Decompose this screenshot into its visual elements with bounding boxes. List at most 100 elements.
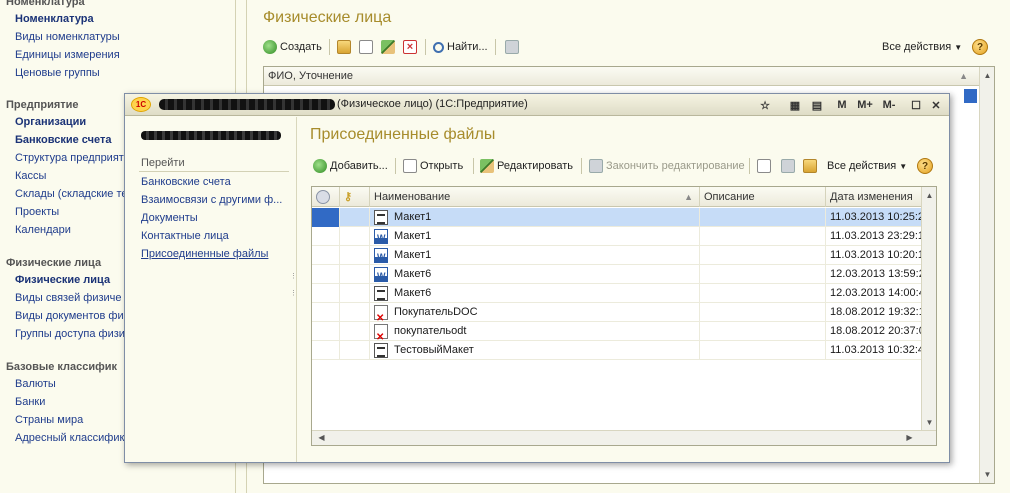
row-marker-cell[interactable] bbox=[312, 303, 340, 322]
column-header-date[interactable]: Дата изменения bbox=[826, 187, 922, 207]
nav-item[interactable]: Банковские счета bbox=[15, 134, 112, 146]
date-cell: 18.08.2012 20:37:0 bbox=[830, 325, 922, 337]
nav-item[interactable]: Кассы bbox=[15, 170, 46, 182]
nav-item[interactable]: Ценовые группы bbox=[15, 67, 100, 79]
table-row[interactable]: Макет1 11.03.2013 23:29:1 bbox=[312, 227, 922, 246]
nav-item[interactable]: Календари bbox=[15, 224, 71, 236]
selected-row[interactable] bbox=[964, 89, 977, 103]
scroll-left-icon[interactable]: ◀ bbox=[314, 433, 329, 442]
row-marker-cell[interactable] bbox=[312, 208, 340, 227]
help-icon: ? bbox=[917, 158, 933, 174]
table-header: ФИО, Уточнение ▲ bbox=[264, 67, 994, 86]
goto-link[interactable]: Банковские счета bbox=[141, 176, 231, 188]
goto-link[interactable]: Контактные лица bbox=[141, 230, 229, 242]
maximize-icon[interactable]: ☐ bbox=[909, 97, 923, 113]
finish-editing-label: Закончить редактирование bbox=[606, 160, 745, 172]
all-actions-menu[interactable]: Все действия ▼ bbox=[882, 37, 962, 57]
nav-item[interactable]: Единицы измерения bbox=[15, 49, 120, 61]
column-header-lock[interactable]: ⚷ bbox=[340, 187, 370, 207]
nav-item[interactable]: Страны мира bbox=[15, 414, 83, 426]
nav-item[interactable]: Виды документов физ bbox=[15, 310, 129, 322]
table-row[interactable]: Макет1 11.03.2013 10:20:1 bbox=[312, 246, 922, 265]
goto-link[interactable]: Взаимосвязи с другими ф... bbox=[141, 194, 282, 206]
memory-button[interactable]: M bbox=[835, 97, 849, 113]
sort-icon[interactable]: ▲ bbox=[959, 67, 968, 86]
nav-item[interactable]: Валюты bbox=[15, 378, 56, 390]
scroll-down-icon[interactable]: ▼ bbox=[922, 418, 936, 427]
nav-item[interactable]: Виды связей физиче bbox=[15, 292, 122, 304]
open-file-label: Открыть bbox=[420, 160, 464, 172]
goto-section-title: Перейти bbox=[141, 157, 185, 169]
row-marker-cell[interactable] bbox=[312, 341, 340, 360]
edit-document-icon bbox=[480, 159, 494, 173]
nav-item[interactable]: Проекты bbox=[15, 206, 59, 218]
save-file-button[interactable] bbox=[781, 156, 798, 176]
nav-item[interactable]: Склады (складские те bbox=[15, 188, 128, 200]
horizontal-scrollbar[interactable]: ◀ ▶ bbox=[312, 430, 936, 445]
help-button[interactable]: ? bbox=[972, 37, 988, 57]
splitter-handle[interactable]: ⋮ bbox=[290, 289, 297, 297]
lock-cell bbox=[340, 227, 370, 246]
add-from-scanner-button[interactable] bbox=[757, 156, 774, 176]
row-marker-cell[interactable] bbox=[312, 246, 340, 265]
table-row[interactable]: ПокупательDOC 18.08.2012 19:32:1 bbox=[312, 303, 922, 322]
window-titlebar[interactable]: 1С (Физическое лицо) (1С:Предприятие) ☆ … bbox=[125, 94, 949, 116]
all-actions-menu[interactable]: Все действия ▼ bbox=[827, 156, 907, 176]
scroll-right-icon[interactable]: ▶ bbox=[902, 433, 917, 442]
row-marker-cell[interactable] bbox=[312, 227, 340, 246]
delete-button[interactable]: × bbox=[403, 37, 420, 57]
row-marker-cell[interactable] bbox=[312, 322, 340, 341]
open-file-button[interactable]: Открыть bbox=[403, 156, 463, 176]
date-cell: 12.03.2013 14:00:4 bbox=[830, 287, 922, 299]
table-row[interactable]: покупательodt 18.08.2012 20:37:0 bbox=[312, 322, 922, 341]
nav-item[interactable]: Виды номенклатуры bbox=[15, 31, 120, 43]
table-row[interactable]: Макет1 11.03.2013 10:25:2 bbox=[312, 208, 922, 227]
create-button[interactable]: Создать bbox=[263, 37, 322, 57]
send-file-button[interactable] bbox=[803, 156, 820, 176]
vertical-scrollbar[interactable]: ▲ ▼ bbox=[979, 67, 994, 483]
close-icon[interactable]: ✕ bbox=[929, 97, 943, 113]
nav-item[interactable]: Номенклатура bbox=[15, 13, 94, 25]
goto-link[interactable]: Присоединенные файлы bbox=[141, 248, 268, 260]
column-header-status[interactable] bbox=[312, 187, 340, 207]
nav-item[interactable]: Банки bbox=[15, 396, 45, 408]
nav-item[interactable]: Группы доступа физи bbox=[15, 328, 125, 340]
table-row[interactable]: Макет6 12.03.2013 13:59:2 bbox=[312, 265, 922, 284]
row-marker-cell[interactable] bbox=[312, 284, 340, 303]
attached-files-table[interactable]: ⚷ Наименование ▲ Описание Дата изменения… bbox=[311, 186, 937, 446]
name-cell: Макет1 bbox=[370, 208, 700, 227]
add-file-button[interactable]: Добавить... bbox=[313, 156, 388, 176]
nav-item[interactable]: Организации bbox=[15, 116, 86, 128]
calendar-icon[interactable]: ▤ bbox=[809, 97, 825, 113]
nav-item[interactable]: Структура предприятия bbox=[15, 152, 136, 164]
table-row[interactable]: ТестовыйМакет 11.03.2013 10:32:4 bbox=[312, 341, 922, 360]
copy-button[interactable] bbox=[359, 37, 376, 57]
column-header-name[interactable]: Наименование ▲ bbox=[370, 187, 700, 207]
scroll-down-icon[interactable]: ▼ bbox=[980, 470, 995, 479]
scroll-up-icon[interactable]: ▲ bbox=[980, 71, 995, 80]
finish-editing-button[interactable]: Закончить редактирование bbox=[589, 156, 745, 176]
goto-link[interactable]: Документы bbox=[141, 212, 198, 224]
help-button[interactable]: ? bbox=[917, 156, 933, 176]
column-header-fio[interactable]: ФИО, Уточнение bbox=[268, 70, 353, 82]
table-row[interactable]: Макет6 12.03.2013 14:00:4 bbox=[312, 284, 922, 303]
create-group-button[interactable] bbox=[337, 37, 354, 57]
column-header-description[interactable]: Описание bbox=[700, 187, 826, 207]
find-button[interactable]: Найти... bbox=[433, 37, 488, 57]
edit-file-button[interactable]: Редактировать bbox=[480, 156, 573, 176]
pencil-icon bbox=[381, 40, 395, 54]
nav-item[interactable]: Физические лица bbox=[15, 274, 110, 286]
row-marker-cell[interactable] bbox=[312, 265, 340, 284]
chevron-down-icon: ▼ bbox=[954, 42, 963, 52]
splitter-handle[interactable]: ⋮ bbox=[290, 272, 297, 280]
edit-button[interactable] bbox=[381, 37, 398, 57]
nav-item[interactable]: Адресный классифик bbox=[15, 432, 124, 444]
memory-minus-button[interactable]: M- bbox=[879, 97, 899, 113]
new-document-icon bbox=[757, 159, 771, 173]
memory-plus-button[interactable]: M+ bbox=[855, 97, 875, 113]
favorite-star-icon[interactable]: ☆ bbox=[757, 97, 773, 113]
cancel-search-button[interactable] bbox=[505, 37, 522, 57]
calculator-icon[interactable]: ▦ bbox=[787, 97, 803, 113]
vertical-scrollbar[interactable]: ▲ ▼ bbox=[921, 187, 936, 431]
scroll-up-icon[interactable]: ▲ bbox=[922, 191, 936, 200]
